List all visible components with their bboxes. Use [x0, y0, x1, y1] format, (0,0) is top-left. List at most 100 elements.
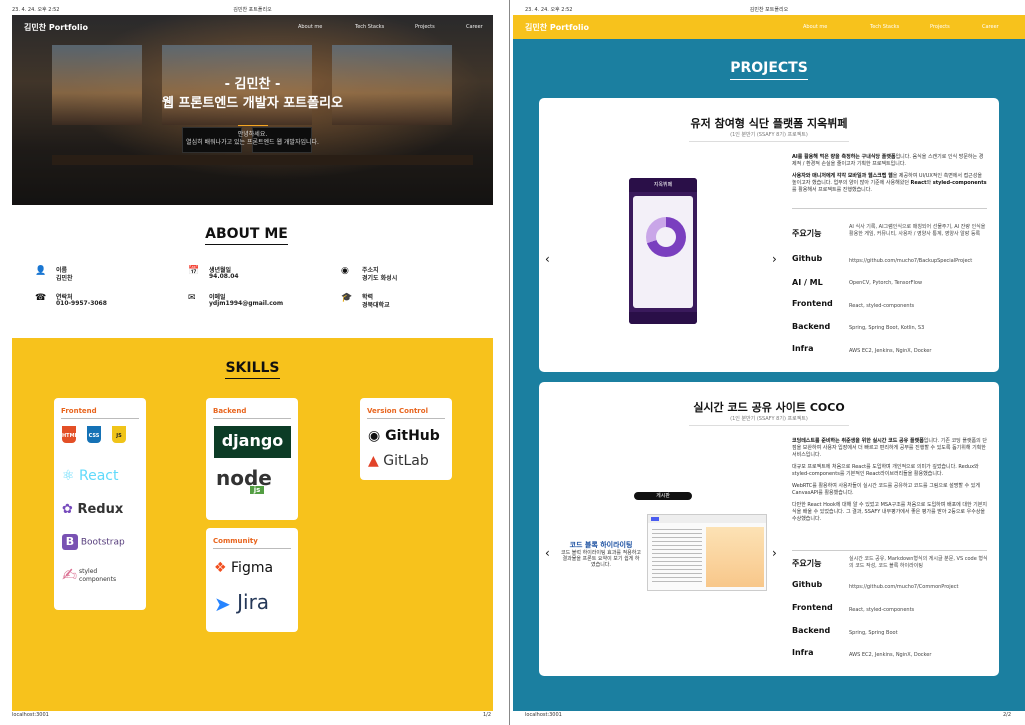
row-value: Spring, Spring Boot — [849, 630, 898, 636]
hero-name: - 김민찬 - — [224, 77, 281, 92]
about-title: ABOUT ME — [0, 226, 493, 245]
github-link[interactable]: https://github.com/mucho7/BackupSpecialP… — [849, 258, 989, 265]
bootstrap-logo: B Bootstrap — [62, 534, 125, 550]
figma-icon: ❖ — [214, 560, 227, 576]
project-date: (1인 분반기 (SSAFY 8기) 프로젝트) — [730, 416, 808, 422]
row-value: React, styled-components — [849, 303, 915, 309]
row-label: Github — [792, 580, 823, 589]
nav-career[interactable]: Career — [982, 24, 999, 30]
styled-components-icon: ✍ — [62, 565, 78, 586]
jira-logo: ➤ Jira — [214, 590, 270, 616]
donut-chart — [646, 217, 686, 257]
hero-intro: 열심히 배워나가고 있는 프론트엔드 웹 개발자입니다. — [186, 139, 319, 146]
calendar-icon: 📅 — [188, 266, 200, 276]
figma-logo: ❖ Figma — [214, 560, 274, 576]
row-label: Infra — [792, 648, 814, 657]
css3-icon: CSS — [87, 426, 101, 443]
board-badge: 게시판 — [634, 492, 692, 500]
page-1: 23. 4. 24. 오후 2:52 김민찬 포트폴리오 김민찬 Portfol… — [0, 0, 505, 725]
app-screenshot: 지옥뷔페 — [629, 178, 697, 324]
print-page-number: 1/2 — [482, 712, 491, 718]
hero-greeting: 안녕하세요. — [237, 131, 268, 138]
print-header: 23. 4. 24. 오후 2:52 김민찬 포트폴리오 — [0, 6, 505, 14]
app-header: 지옥뷔페 — [629, 178, 697, 192]
row-label: Backend — [792, 322, 831, 331]
project-date: (1인 분반기 (SSAFY 8기) 프로젝트) — [730, 132, 808, 138]
card-title: Community — [213, 537, 258, 545]
project-title: 유저 참여형 식단 플랫폼 지옥뷔페 — [690, 117, 848, 130]
brand-logo[interactable]: 김민찬 Portfolio — [525, 22, 589, 33]
row-label: 주요기능 — [792, 559, 822, 568]
row-label: Backend — [792, 626, 831, 635]
page-divider — [509, 0, 510, 725]
nav-tech-stacks[interactable]: Tech Stacks — [355, 24, 384, 30]
row-value: Spring, Spring Boot, Kotlin, S3 — [849, 325, 925, 331]
react-logo: ⚛ React — [62, 468, 119, 484]
card-title: Backend — [213, 407, 247, 415]
hero-role: 웹 프론트엔드 개발자 포트폴리오 — [161, 96, 344, 111]
print-url: localhost:3001 — [525, 712, 562, 718]
mail-icon: ✉ — [188, 293, 196, 303]
carousel-next-button[interactable]: › — [772, 546, 777, 560]
nav-about-me[interactable]: About me — [803, 24, 827, 30]
html5-icon: HTML — [62, 426, 78, 443]
bootstrap-icon: B — [62, 534, 78, 550]
project-description: AI를 활용해 먹은 량을 측정하는 구내식당 플랫폼입니다. 음식을 스캔기로… — [792, 154, 987, 193]
print-footer: localhost:3001 1/2 — [0, 712, 505, 720]
row-value: React, styled-components — [849, 607, 915, 613]
nav-projects[interactable]: Projects — [415, 24, 435, 30]
js-icon: JS — [112, 426, 126, 443]
html-css-js-logos: HTML CSS JS — [62, 426, 137, 443]
feature-caption: 코드 블록 하이라이팅 코드 블럭 하이라이팅 효과를 적용하고 결과물을 프론… — [561, 541, 641, 569]
react-icon: ⚛ — [62, 468, 75, 484]
person-icon: 👤 — [35, 266, 47, 276]
nav-tech-stacks[interactable]: Tech Stacks — [870, 24, 899, 30]
card-title: Version Control — [367, 407, 428, 415]
app-body — [633, 196, 693, 308]
nav-projects[interactable]: Projects — [930, 24, 950, 30]
code-panel — [706, 527, 764, 587]
row-label: 주요기능 — [792, 229, 822, 238]
print-url: localhost:3001 — [12, 712, 49, 718]
github-link[interactable]: https://github.com/mucho7/CommonProject — [849, 584, 989, 591]
row-label: Frontend — [792, 299, 833, 308]
top-navigation: 김민찬 Portfolio About me Tech Stacks Proje… — [12, 15, 493, 39]
print-page-number: 2/2 — [1002, 712, 1011, 718]
skill-card-frontend: Frontend HTML CSS JS ⚛ React ✿ Redux B Boo… — [54, 398, 146, 610]
jira-icon: ➤ — [214, 591, 231, 616]
row-value: AWS EC2, Jenkins, NginX, Docker — [849, 652, 932, 658]
gitlab-logo: ▲ GitLab — [368, 453, 429, 469]
app-tab-bar — [629, 312, 697, 324]
web-screenshot — [647, 514, 767, 591]
project-card-2: 실시간 코드 공유 사이트 COCO (1인 분반기 (SSAFY 8기) 프로… — [539, 382, 999, 676]
carousel-prev-button[interactable]: ‹ — [545, 546, 550, 560]
skill-card-backend: Backend django node js — [206, 398, 298, 520]
nav-career[interactable]: Career — [466, 24, 483, 30]
graduation-icon: 🎓 — [341, 293, 353, 303]
top-navigation: 김민찬 Portfolio About me Tech Stacks Proje… — [513, 15, 1025, 39]
row-value: OpenCV, Pytorch, TensorFlow — [849, 280, 923, 286]
phone-icon: ☎ — [35, 293, 47, 303]
projects-title: PROJECTS — [513, 60, 1025, 80]
row-value: AWS EC2, Jenkins, NginX, Docker — [849, 348, 932, 354]
hero-banner: 김민찬 Portfolio About me Tech Stacks Proje… — [12, 15, 493, 205]
django-logo: django — [214, 426, 291, 458]
github-logo: ◉ GitHub — [368, 428, 440, 444]
row-label: Github — [792, 254, 823, 263]
print-header: 23. 4. 24. 오후 2:52 김민찬 포트폴리오 — [513, 6, 1025, 14]
nav-about-me[interactable]: About me — [298, 24, 322, 30]
print-title: 김민찬 포트폴리오 — [233, 7, 272, 13]
hero-underline — [238, 125, 268, 126]
carousel-prev-button[interactable]: ‹ — [545, 252, 550, 266]
brand-logo[interactable]: 김민찬 Portfolio — [24, 22, 88, 33]
project-title: 실시간 코드 공유 사이트 COCO — [693, 401, 845, 414]
row-value: AI 식사 기록, AI그램인식으로 매칭되어 선물주기, AI 잔량 인식을 … — [849, 224, 986, 237]
row-value: 실시간 코드 공유, Markdown형식의 게시글 분문, VS code 형… — [849, 556, 988, 569]
hero-subtitle: 안녕하세요. 열심히 배워나가고 있는 프론트엔드 웹 개발자입니다. — [12, 131, 493, 147]
gitlab-icon: ▲ — [368, 453, 379, 469]
carousel-next-button[interactable]: › — [772, 252, 777, 266]
project-card-1: 유저 참여형 식단 플랫폼 지옥뷔페 (1인 분반기 (SSAFY 8기) 프로… — [539, 98, 999, 372]
skill-card-community: Community ❖ Figma ➤ Jira — [206, 528, 298, 632]
row-label: AI / ML — [792, 278, 823, 287]
location-icon: ◉ — [341, 266, 349, 276]
